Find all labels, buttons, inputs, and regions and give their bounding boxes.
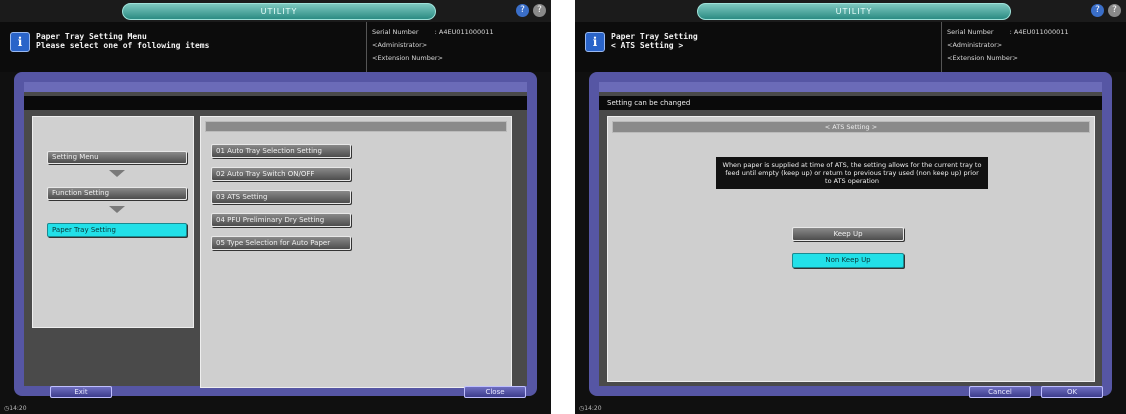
option-pfu-preliminary-dry[interactable]: 04 PFU Preliminary Dry Setting bbox=[211, 213, 351, 227]
utility-label: UTILITY bbox=[260, 7, 298, 16]
header: i Paper Tray Setting < ATS Setting > Ser… bbox=[575, 22, 1126, 72]
exit-button[interactable]: Exit bbox=[50, 386, 112, 398]
chevron-down-icon bbox=[109, 206, 125, 213]
options-panel-header bbox=[205, 121, 507, 132]
header-line-1: Paper Tray Setting Menu bbox=[36, 32, 147, 41]
nav-setting-menu[interactable]: Setting Menu bbox=[47, 151, 187, 164]
paper-tray-menu-screen: UTILITY ? ? i Paper Tray Setting Menu Pl… bbox=[0, 0, 551, 414]
clock-time: 14:20 bbox=[9, 405, 27, 412]
header-title: Paper Tray Setting < ATS Setting > bbox=[611, 32, 698, 50]
header-divider bbox=[941, 22, 942, 72]
header-line-1: Paper Tray Setting bbox=[611, 32, 698, 41]
ats-setting-screen: UTILITY ? ? i Paper Tray Setting < ATS S… bbox=[575, 0, 1126, 414]
cancel-button[interactable]: Cancel bbox=[969, 386, 1031, 398]
ats-panel-title: < ATS Setting > bbox=[612, 121, 1090, 133]
question-icon[interactable]: ? bbox=[1108, 4, 1121, 17]
frame-top-bar bbox=[599, 82, 1102, 92]
option-auto-tray-switch[interactable]: 02 Auto Tray Switch ON/OFF bbox=[211, 167, 351, 181]
ok-button[interactable]: OK bbox=[1041, 386, 1103, 398]
navigation-panel: Setting Menu Function Setting Paper Tray… bbox=[32, 116, 194, 328]
option-auto-tray-selection[interactable]: 01 Auto Tray Selection Setting bbox=[211, 144, 351, 158]
help-icon[interactable]: ? bbox=[516, 4, 529, 17]
serial-value: : A4EU011000011 bbox=[434, 28, 494, 36]
ats-description: When paper is supplied at time of ATS, t… bbox=[716, 157, 988, 189]
top-bar: UTILITY ? ? bbox=[0, 0, 551, 22]
option-ats-setting[interactable]: 03 ATS Setting bbox=[211, 190, 351, 204]
utility-pill: UTILITY bbox=[697, 3, 1011, 20]
header-line-2: < ATS Setting > bbox=[611, 41, 684, 50]
ats-setting-panel: < ATS Setting > When paper is supplied a… bbox=[607, 116, 1095, 382]
header-title: Paper Tray Setting Menu Please select on… bbox=[36, 32, 209, 50]
extension-number-label: <Extension Number> bbox=[372, 54, 443, 62]
content-area: Setting can be changed < ATS Setting > W… bbox=[599, 82, 1102, 386]
options-panel: 01 Auto Tray Selection Setting 02 Auto T… bbox=[200, 116, 512, 388]
info-icon: i bbox=[585, 32, 605, 52]
close-button[interactable]: Close bbox=[464, 386, 526, 398]
header-line-2: Please select one of following items bbox=[36, 41, 210, 50]
extension-number-label: <Extension Number> bbox=[947, 54, 1018, 62]
clock-time: 14:20 bbox=[584, 405, 602, 412]
nav-function-setting[interactable]: Function Setting bbox=[47, 187, 187, 200]
serial-value: : A4EU011000011 bbox=[1009, 28, 1069, 36]
main-frame: Setting can be changed < ATS Setting > W… bbox=[589, 72, 1112, 398]
clock: ◷14:20 bbox=[579, 405, 602, 412]
question-icon[interactable]: ? bbox=[533, 4, 546, 17]
keep-up-button[interactable]: Keep Up bbox=[792, 227, 904, 241]
non-keep-up-button[interactable]: Non Keep Up bbox=[792, 253, 904, 268]
option-type-selection[interactable]: 05 Type Selection for Auto Paper bbox=[211, 236, 351, 250]
frame-top-bar bbox=[24, 82, 527, 92]
help-icon[interactable]: ? bbox=[1091, 4, 1104, 17]
machine-info: Serial Number : A4EU011000011 <Administr… bbox=[947, 26, 1069, 65]
header-divider bbox=[366, 22, 367, 72]
nav-paper-tray-setting[interactable]: Paper Tray Setting bbox=[47, 223, 187, 237]
status-bar: Setting can be changed bbox=[599, 96, 1102, 110]
serial-label: Serial Number bbox=[372, 28, 419, 36]
status-bar bbox=[24, 96, 527, 110]
chevron-down-icon bbox=[109, 170, 125, 177]
administrator-label: <Administrator> bbox=[372, 41, 428, 49]
header: i Paper Tray Setting Menu Please select … bbox=[0, 22, 551, 72]
top-bar: UTILITY ? ? bbox=[575, 0, 1126, 22]
machine-info: Serial Number : A4EU011000011 <Administr… bbox=[372, 26, 494, 65]
administrator-label: <Administrator> bbox=[947, 41, 1003, 49]
utility-pill: UTILITY bbox=[122, 3, 436, 20]
serial-label: Serial Number bbox=[947, 28, 994, 36]
clock: ◷14:20 bbox=[4, 405, 27, 412]
utility-label: UTILITY bbox=[835, 7, 873, 16]
content-area: Setting Menu Function Setting Paper Tray… bbox=[24, 82, 527, 388]
info-icon: i bbox=[10, 32, 30, 52]
main-frame: Setting Menu Function Setting Paper Tray… bbox=[14, 72, 537, 398]
